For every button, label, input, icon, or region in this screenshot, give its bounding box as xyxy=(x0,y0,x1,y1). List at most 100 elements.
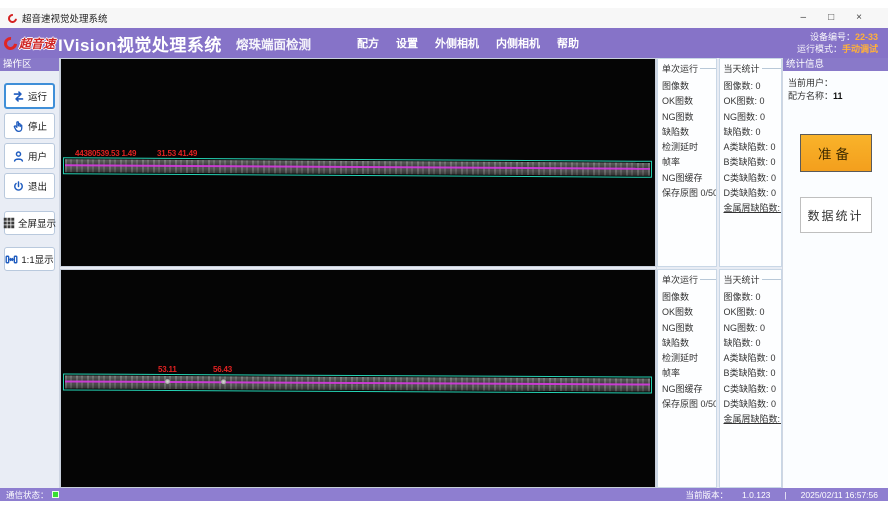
detection-centerline-overlay xyxy=(65,164,650,170)
metal-debris-stat-link[interactable]: 金属屑缺陷数: 0 xyxy=(724,412,781,427)
camera-viewports: 44380539.53 1.49 31.53 41.49 53.11 56.43 xyxy=(60,58,656,488)
main-area: 操作区 运行 停止 用户 xyxy=(0,58,888,488)
brand-logo: 超音速 xyxy=(0,35,58,52)
inner-camera-viewport[interactable]: 53.11 56.43 xyxy=(60,269,656,488)
stat-row: D类缺陷数: 0 xyxy=(724,186,781,201)
logo-swoosh-icon xyxy=(1,34,19,52)
menu-help[interactable]: 帮助 xyxy=(557,35,579,51)
prepare-button[interactable]: 准备 xyxy=(800,134,872,172)
exit-button-label: 退出 xyxy=(28,179,47,193)
stat-row: 保存原图 0/500 xyxy=(662,186,716,201)
fullscreen-button-label: 全屏显示 xyxy=(18,216,56,230)
feature-dot xyxy=(165,379,170,384)
today-stats-groupbox: 当天统计 图像数: 0 OK图数: 0 NG图数: 0 缺陷数: 0 A类缺陷数… xyxy=(719,269,782,488)
device-number-value: 22-33 xyxy=(855,32,878,42)
statistics-info-panel: 统计信息 当前用户： 配方名称：11 准备 数据统计 xyxy=(782,58,888,488)
stat-row: 图像数: 0 xyxy=(724,79,781,94)
run-loop-icon xyxy=(12,90,25,103)
bead-strip-image xyxy=(65,375,650,391)
stat-row: A类缺陷数: 0 xyxy=(724,351,781,366)
logo-text: 超音速 xyxy=(19,35,55,52)
device-info: 设备编号：22-33 运行模式：手动调试 xyxy=(797,31,888,55)
minimize-button[interactable]: – xyxy=(801,12,807,24)
device-number-label: 设备编号： xyxy=(810,32,855,42)
stat-row: 帧率 xyxy=(662,155,716,170)
info-panel-caption: 统计信息 xyxy=(783,58,888,71)
stat-row: C类缺陷数: 0 xyxy=(724,382,781,397)
power-icon xyxy=(12,180,25,193)
data-statistics-button[interactable]: 数据统计 xyxy=(800,197,872,233)
stat-row: 帧率 xyxy=(662,366,716,381)
stop-button-label: 停止 xyxy=(28,119,47,133)
app-header: 超音速 IVision视觉处理系统 熔珠端面检测 配方 设置 外侧相机 内侧相机… xyxy=(0,28,888,58)
stat-row: 检测延时 xyxy=(662,140,716,155)
run-mode-value: 手动调试 xyxy=(842,44,878,54)
feature-dot xyxy=(221,379,226,384)
statistics-column: 单次运行 图像数 OK图数 NG图数 缺陷数 检测延时 帧率 NG图缓存 保存原… xyxy=(656,58,782,488)
recipe-name-value: 11 xyxy=(833,91,843,101)
today-stats-caption: 当天统计 xyxy=(724,62,781,75)
stat-row: A类缺陷数: 0 xyxy=(724,140,781,155)
user-button[interactable]: 用户 xyxy=(4,143,55,169)
app-subtitle: 熔珠端面检测 xyxy=(236,34,311,53)
stat-row: 缺陷数: 0 xyxy=(724,336,781,351)
window-title: 超音速视觉处理系统 xyxy=(22,11,108,25)
single-run-caption: 单次运行 xyxy=(662,273,716,286)
close-button[interactable]: × xyxy=(856,12,862,24)
stat-row: NG图数: 0 xyxy=(724,321,781,336)
info-rows: 当前用户： 配方名称：11 xyxy=(783,71,888,103)
stat-row: C类缺陷数: 0 xyxy=(724,171,781,186)
menu-outer-camera[interactable]: 外侧相机 xyxy=(435,35,479,51)
today-stats-caption: 当天统计 xyxy=(724,273,781,286)
measurement-annotation: 31.53 41.49 xyxy=(157,149,197,158)
menu-inner-camera[interactable]: 内侧相机 xyxy=(496,35,540,51)
current-user-label: 当前用户： xyxy=(788,78,833,88)
run-mode-label: 运行模式： xyxy=(797,44,842,54)
stats-group-outer: 单次运行 图像数 OK图数 NG图数 缺陷数 检测延时 帧率 NG图缓存 保存原… xyxy=(657,58,782,267)
menu-recipe[interactable]: 配方 xyxy=(357,35,379,51)
metal-debris-stat-link[interactable]: 金属屑缺陷数: 0 xyxy=(724,201,781,216)
stop-button[interactable]: 停止 xyxy=(4,113,55,139)
user-button-label: 用户 xyxy=(28,149,47,163)
outer-camera-viewport[interactable]: 44380539.53 1.49 31.53 41.49 xyxy=(60,58,656,267)
version-value: 1.0.123 xyxy=(742,490,770,500)
sidebar-caption: 操作区 xyxy=(0,58,59,71)
menu-settings[interactable]: 设置 xyxy=(396,35,418,51)
comm-status-label: 通信状态： xyxy=(6,489,49,501)
user-icon xyxy=(12,150,25,163)
version-and-time: 当前版本： 1.0.123 | 2025/02/11 16:57:56 xyxy=(686,489,882,501)
app-window: 超音速视觉处理系统 – □ × 超音速 IVision视觉处理系统 熔珠端面检测… xyxy=(0,0,888,522)
fullscreen-grid-icon xyxy=(3,217,15,229)
detection-roi-outline xyxy=(63,157,652,178)
today-stats-groupbox: 当天统计 图像数: 0 OK图数: 0 NG图数: 0 缺陷数: 0 A类缺陷数… xyxy=(719,58,782,267)
version-label: 当前版本： xyxy=(686,489,729,501)
stat-row: NG图缓存 xyxy=(662,171,716,186)
maximize-button[interactable]: □ xyxy=(828,12,834,24)
window-controls: – □ × xyxy=(801,12,880,24)
stat-row: NG图数 xyxy=(662,321,716,336)
run-button[interactable]: 运行 xyxy=(4,83,55,109)
stat-row: NG图数 xyxy=(662,110,716,125)
bead-strip-image xyxy=(65,159,650,176)
menu-bar: 配方 设置 外侧相机 内侧相机 帮助 xyxy=(357,35,579,51)
detection-roi-outline xyxy=(63,373,652,393)
exit-button[interactable]: 退出 xyxy=(4,173,55,199)
stat-row: OK图数: 0 xyxy=(724,305,781,320)
fullscreen-button[interactable]: 全屏显示 xyxy=(4,211,55,235)
stat-row: OK图数: 0 xyxy=(724,94,781,109)
stat-row: D类缺陷数: 0 xyxy=(724,397,781,412)
status-bar: 通信状态： 当前版本： 1.0.123 | 2025/02/11 16:57:5… xyxy=(0,488,888,501)
stat-row: B类缺陷数: 0 xyxy=(724,366,781,381)
status-separator: | xyxy=(784,490,786,500)
operation-sidebar: 操作区 运行 停止 用户 xyxy=(0,58,60,488)
detection-centerline-overlay xyxy=(65,380,650,385)
comm-status: 通信状态： xyxy=(6,489,59,501)
one-to-one-button[interactable]: 1:1显示 xyxy=(4,247,55,271)
stat-row: OK图数 xyxy=(662,305,716,320)
run-button-label: 运行 xyxy=(28,89,47,103)
stat-row: 缺陷数 xyxy=(662,125,716,140)
stat-row: B类缺陷数: 0 xyxy=(724,155,781,170)
stat-row: 图像数 xyxy=(662,79,716,94)
single-run-groupbox: 单次运行 图像数 OK图数 NG图数 缺陷数 检测延时 帧率 NG图缓存 保存原… xyxy=(657,269,717,488)
stat-row: 图像数 xyxy=(662,290,716,305)
